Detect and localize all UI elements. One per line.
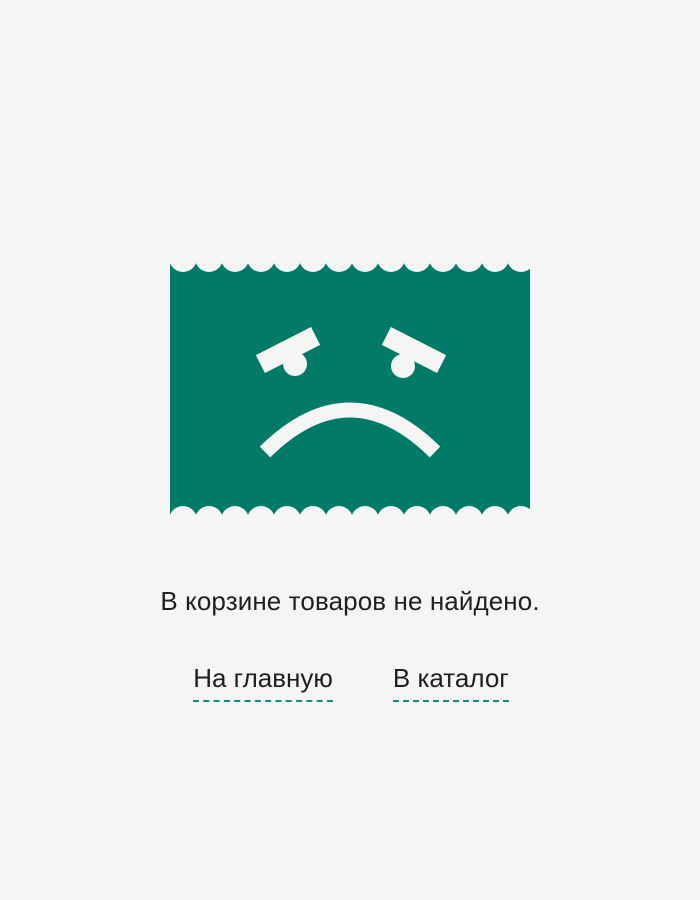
navigation-links: На главную В каталог bbox=[0, 662, 700, 702]
catalog-link[interactable]: В каталог bbox=[392, 662, 509, 702]
empty-cart-message: В корзине товаров не найдено. bbox=[160, 586, 540, 616]
home-link[interactable]: На главную bbox=[193, 662, 333, 702]
sad-face-icon bbox=[170, 258, 530, 520]
empty-cart-page: В корзине товаров не найдено. На главную… bbox=[0, 0, 700, 900]
